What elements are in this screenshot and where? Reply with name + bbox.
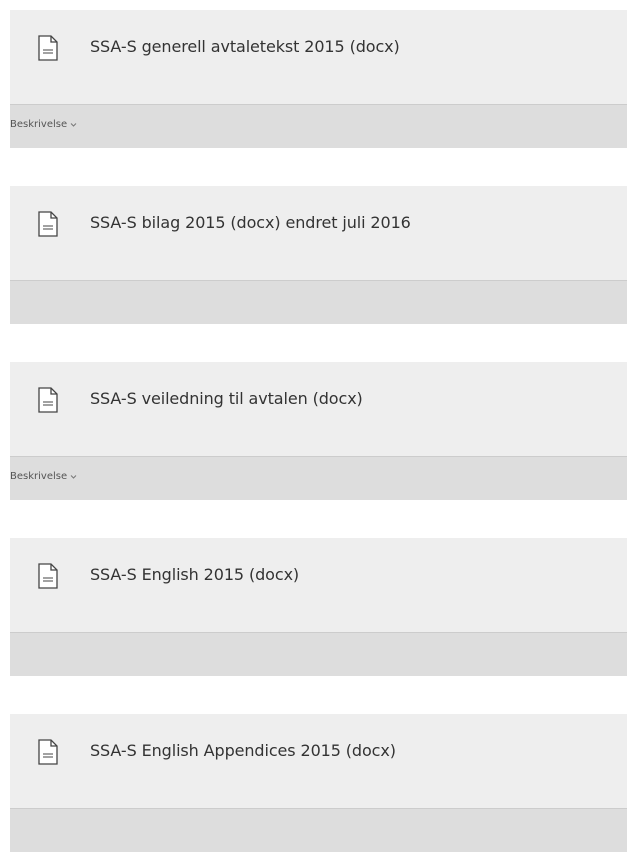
- document-icon: [38, 35, 58, 61]
- document-footer: Beskrivelse: [10, 105, 627, 148]
- description-toggle[interactable]: Beskrivelse: [10, 119, 77, 130]
- document-icon: [38, 387, 58, 413]
- document-title-link[interactable]: SSA-S English 2015 (docx): [90, 565, 299, 584]
- description-label: Beskrivelse: [10, 119, 68, 130]
- document-footer: [10, 281, 627, 324]
- document-icon: [38, 739, 58, 765]
- document-title-link[interactable]: SSA-S English Appendices 2015 (docx): [90, 741, 396, 760]
- document-card: SSA-S generell avtaletekst 2015 (docx) B…: [10, 10, 627, 148]
- description-label: Beskrivelse: [10, 471, 68, 482]
- document-card: SSA-S veiledning til avtalen (docx) Besk…: [10, 362, 627, 500]
- document-footer: [10, 633, 627, 676]
- document-header: SSA-S English 2015 (docx): [10, 538, 627, 633]
- document-footer: [10, 809, 627, 852]
- document-header: SSA-S English Appendices 2015 (docx): [10, 714, 627, 809]
- document-title-link[interactable]: SSA-S generell avtaletekst 2015 (docx): [90, 37, 400, 56]
- document-list: SSA-S generell avtaletekst 2015 (docx) B…: [10, 10, 627, 852]
- document-title-link[interactable]: SSA-S bilag 2015 (docx) endret juli 2016: [90, 213, 411, 232]
- document-header: SSA-S bilag 2015 (docx) endret juli 2016: [10, 186, 627, 281]
- document-icon: [38, 563, 58, 589]
- document-card: SSA-S English Appendices 2015 (docx): [10, 714, 627, 852]
- document-title-link[interactable]: SSA-S veiledning til avtalen (docx): [90, 389, 363, 408]
- document-card: SSA-S bilag 2015 (docx) endret juli 2016: [10, 186, 627, 324]
- document-header: SSA-S generell avtaletekst 2015 (docx): [10, 10, 627, 105]
- document-icon: [38, 211, 58, 237]
- chevron-down-icon: [70, 123, 77, 127]
- document-card: SSA-S English 2015 (docx): [10, 538, 627, 676]
- document-footer: Beskrivelse: [10, 457, 627, 500]
- document-header: SSA-S veiledning til avtalen (docx): [10, 362, 627, 457]
- chevron-down-icon: [70, 475, 77, 479]
- description-toggle[interactable]: Beskrivelse: [10, 471, 77, 482]
